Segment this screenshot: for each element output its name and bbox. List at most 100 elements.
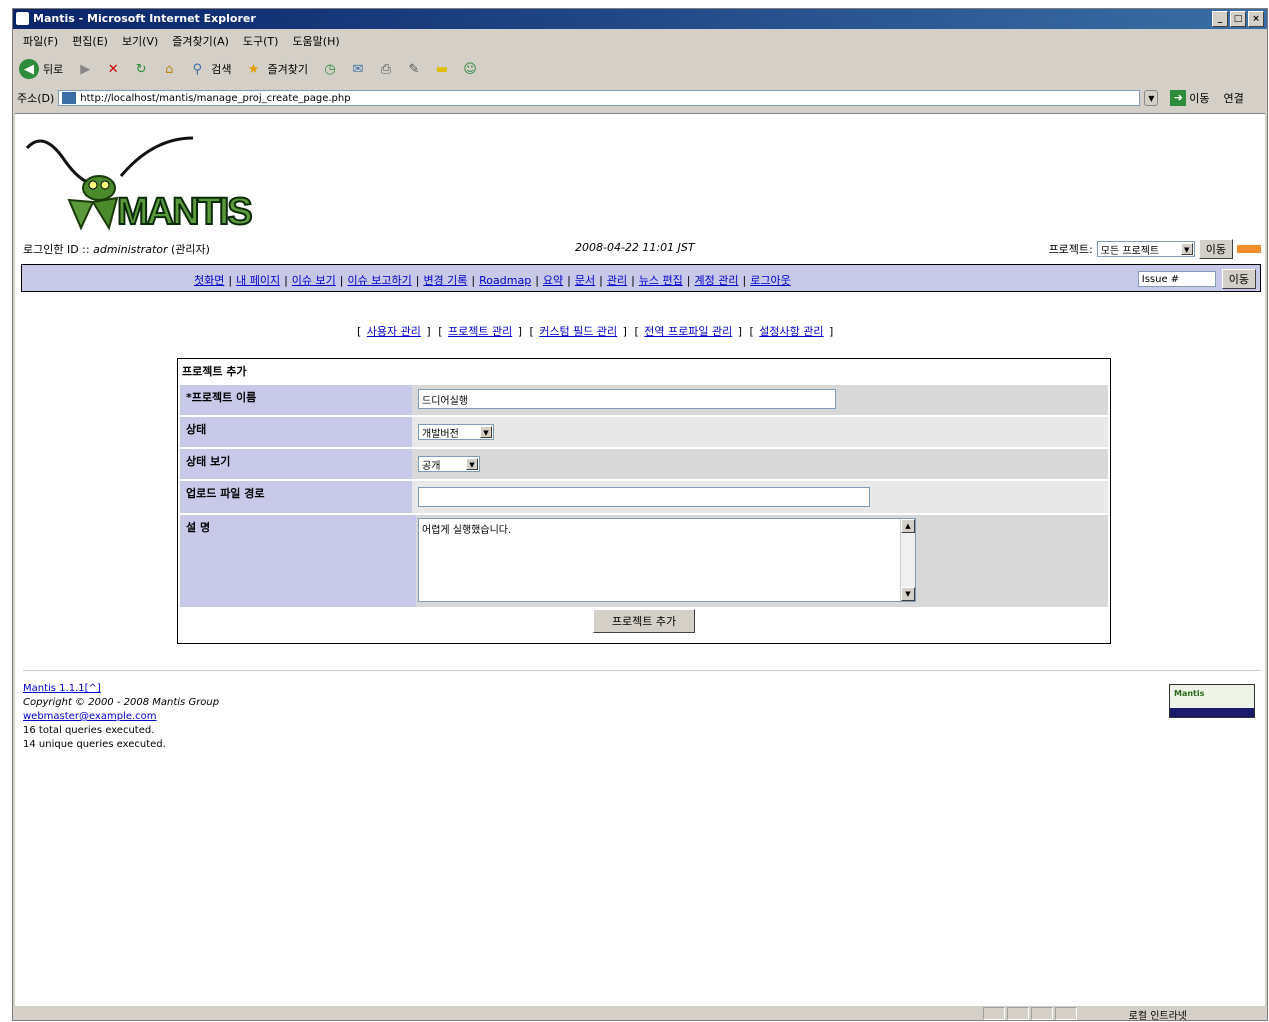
textarea-scrollbar[interactable]: ▲ ▼ [900,519,915,601]
user-role: (관리자) [171,243,210,256]
messenger-icon[interactable]: ☺ [460,59,480,79]
menu-help[interactable]: 도움말(H) [292,33,339,49]
chevron-down-icon: ▼ [480,426,492,438]
project-indicator [1237,245,1261,253]
refresh-icon[interactable]: ↻ [131,59,151,79]
scroll-down-icon[interactable]: ▼ [901,587,915,601]
menu-view[interactable]: 보기(V) [122,33,158,49]
maximize-button[interactable]: □ [1230,11,1246,27]
menu-link-my-account[interactable]: 계정 관리 [695,274,739,287]
status-select-value: 개발버전 [422,428,459,440]
login-info: 로그인한 ID :: administrator (관리자) [23,241,210,257]
description-textarea[interactable]: 어렵게 실행했습니다. ▲ ▼ [418,518,916,602]
stop-icon[interactable]: ✕ [103,59,123,79]
form-row-name: *프로젝트 이름 드디어실행 [180,385,1108,415]
toolbar: ◀ 뒤로 ▶ ✕ ↻ ⌂ ⚲ 검색 ★ 즐겨찾기 ◷ ✉ ⎙ ✎ ▬ ☺ [13,55,1267,83]
menu-link-view-issues[interactable]: 이슈 보기 [292,274,336,287]
history-icon[interactable]: ◷ [320,59,340,79]
address-input[interactable]: http://localhost/mantis/manage_proj_crea… [58,90,1141,106]
status-select[interactable]: 개발버전 ▼ [418,424,494,440]
menu-link-main[interactable]: 첫화면 [194,274,224,287]
menu-link-report-issue[interactable]: 이슈 보고하기 [348,274,412,287]
favorites-label[interactable]: 즐겨찾기 [268,61,308,77]
menu-link-edit-news[interactable]: 뉴스 편집 [639,274,683,287]
description-label: 설 명 [180,515,412,607]
go-arrow-icon: ➜ [1170,90,1187,106]
login-label: 로그인한 ID :: [23,243,94,256]
address-bar: 주소(D) http://localhost/mantis/manage_pro… [13,87,1267,109]
address-label: 주소(D) [17,92,55,105]
edit-icon[interactable]: ✎ [404,59,424,79]
address-url: http://localhost/mantis/manage_proj_crea… [80,92,351,104]
webmaster-email-link[interactable]: webmaster@example.com [23,711,157,722]
address-dropdown-icon[interactable]: ▼ [1144,90,1159,106]
view-state-select[interactable]: 공개 ▼ [418,456,480,472]
search-icon[interactable]: ⚲ [187,59,207,79]
menu-link-summary[interactable]: 요약 [543,274,563,287]
forward-arrow-icon[interactable]: ▶ [75,59,95,79]
menu-tools[interactable]: 도구(T) [243,33,279,49]
menu-link-roadmap[interactable]: Roadmap [479,274,531,287]
chevron-down-icon: ▼ [466,458,478,470]
form-row-view-state: 상태 보기 공개 ▼ [180,449,1108,479]
project-switcher: 프로젝트: 모든 프로젝트 ▼ 이동 [1049,239,1261,259]
menu-edit[interactable]: 편집(E) [72,33,108,49]
project-select[interactable]: 모든 프로젝트 ▼ [1096,241,1195,257]
admin-link-custom-fields[interactable]: 커스텀 필드 관리 [539,325,617,338]
login-info-row: 로그인한 ID :: administrator (관리자) 2008-04-2… [23,239,1261,259]
links-button[interactable]: 연결 [1224,90,1244,106]
favorites-star-icon[interactable]: ★ [244,59,264,79]
print-icon[interactable]: ⎙ [376,59,396,79]
main-menu: 첫화면 | 내 페이지 | 이슈 보기 | 이슈 보고하기 | 변경 기록 | Roadmap | 요약… [21,264,1261,292]
title-bar: Mantis - Microsoft Internet Explorer _ □… [13,9,1267,29]
issue-jump-button[interactable]: 이동 [1221,269,1256,289]
close-button[interactable]: × [1248,11,1264,27]
menu-bar: 파일(F) 편집(E) 보기(V) 즐겨찾기(A) 도구(T) 도움말(H) [13,31,1267,51]
add-project-form: 프로젝트 추가 *프로젝트 이름 드디어실행 상태 개발버전 ▼ 상태 보기 공… [177,358,1111,644]
admin-link-global-profiles[interactable]: 전역 프로파일 관리 [644,325,732,338]
home-icon[interactable]: ⌂ [159,59,179,79]
minimize-button[interactable]: _ [1212,11,1228,27]
project-name-input[interactable]: 드디어실행 [418,389,836,409]
issue-number-input[interactable]: Issue # [1137,271,1216,287]
submit-row: 프로젝트 추가 [178,609,1110,633]
menu-link-changelog[interactable]: 변경 기록 [423,274,467,287]
security-zone: 로컬 인트라넷 [1128,1011,1187,1022]
admin-menu: [ 사용자 관리 ] [ 프로젝트 관리 ] [ 커스텀 필드 관리 ] [ 전… [357,325,834,338]
menu-link-my-view[interactable]: 내 페이지 [236,274,280,287]
admin-link-users[interactable]: 사용자 관리 [367,325,421,338]
admin-link-config[interactable]: 설정사항 관리 [759,325,823,338]
go-button[interactable]: ➜ 이동 [1170,90,1210,106]
status-label: 상태 [180,417,412,447]
scroll-up-icon[interactable]: ▲ [901,519,915,533]
badge-text: Mantis [1174,689,1205,698]
upload-path-label: 업로드 파일 경로 [180,481,412,513]
back-label[interactable]: 뒤로 [43,61,63,77]
back-arrow-icon[interactable]: ◀ [19,59,39,79]
menu-link-logout[interactable]: 로그아웃 [750,274,790,287]
page-content: MANTIS 로그인한 ID :: administrator (관리자) 20… [15,113,1265,1008]
chevron-down-icon: ▼ [1180,243,1193,255]
form-row-status: 상태 개발버전 ▼ [180,417,1108,447]
mail-icon[interactable]: ✉ [348,59,368,79]
admin-link-projects[interactable]: 프로젝트 관리 [448,325,512,338]
search-label[interactable]: 검색 [211,61,231,77]
copyright-text: Copyright © 2000 - 2008 Mantis Group [23,697,220,708]
project-switch-button[interactable]: 이동 [1198,239,1233,259]
mantis-version-link[interactable]: Mantis 1.1.1[^] [23,683,101,694]
menu-file[interactable]: 파일(F) [23,33,58,49]
form-row-upload-path: 업로드 파일 경로 [180,481,1108,513]
mantis-badge-logo[interactable]: Mantis [1169,684,1255,718]
total-queries-text: 16 total queries executed. [23,725,155,736]
menu-link-manage[interactable]: 관리 [607,274,627,287]
mantis-logo: MANTIS [25,136,254,232]
window-title: Mantis - Microsoft Internet Explorer [33,12,256,25]
project-label: 프로젝트: [1048,243,1093,256]
folder-icon[interactable]: ▬ [432,59,452,79]
menu-favorites[interactable]: 즐겨찾기(A) [172,33,229,49]
menu-link-docs[interactable]: 문서 [575,274,595,287]
upload-path-input[interactable] [418,487,870,507]
project-select-value: 모든 프로젝트 [1100,245,1160,257]
footer: Mantis 1.1.1[^] Copyright © 2000 - 2008 … [23,682,219,752]
add-project-button[interactable]: 프로젝트 추가 [592,609,696,633]
